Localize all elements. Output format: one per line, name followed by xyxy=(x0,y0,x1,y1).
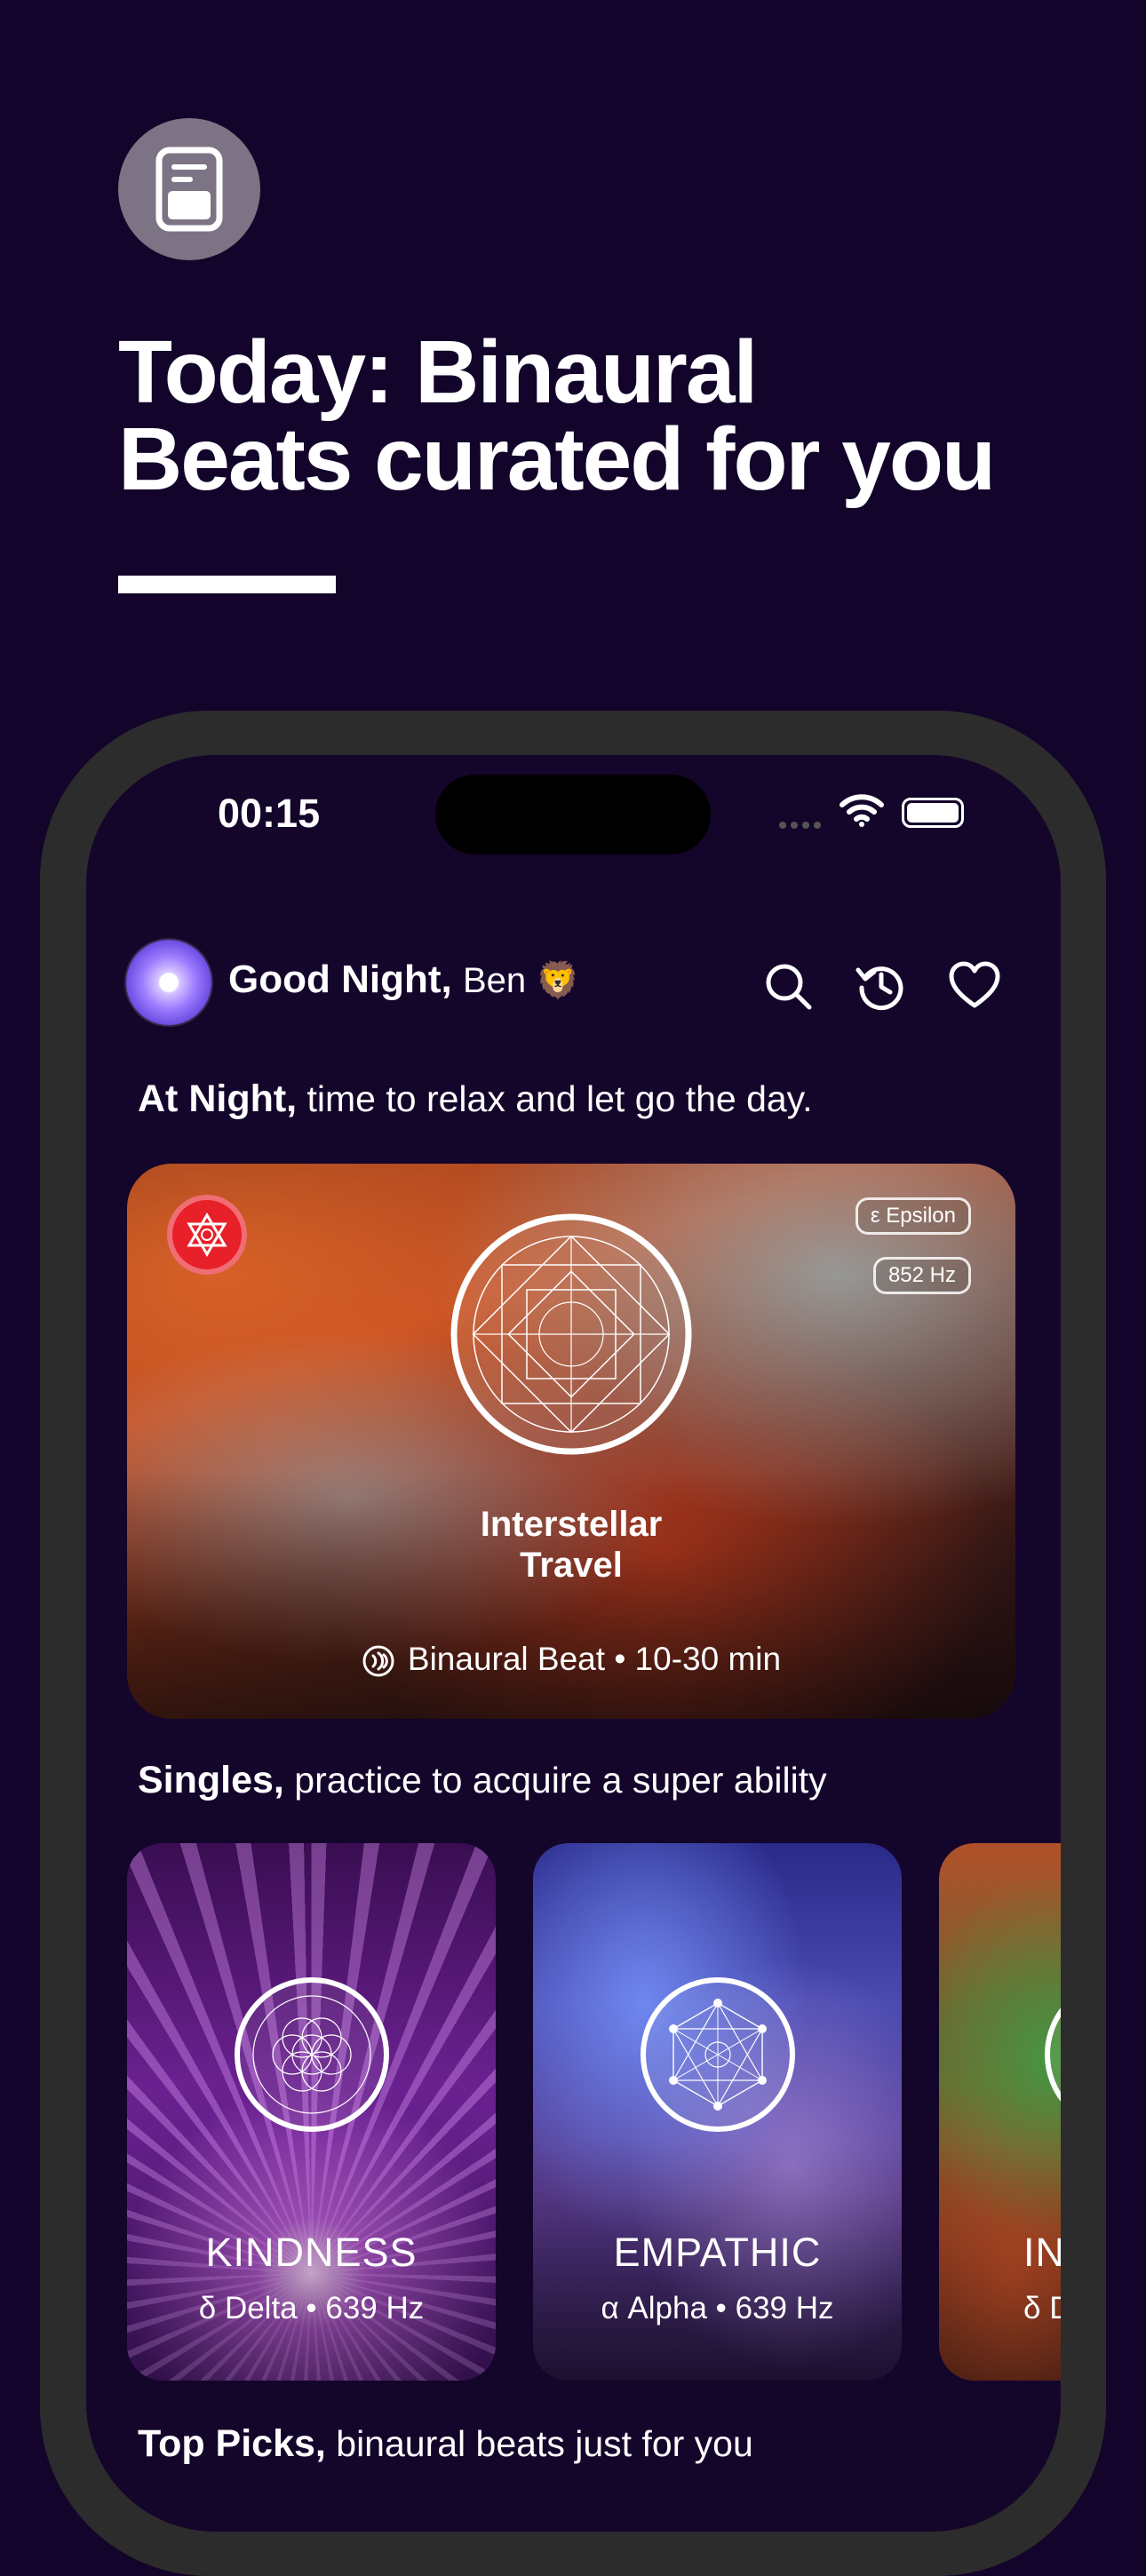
hero-card-interstellar-travel[interactable]: ε Epsilon 852 Hz Interstellar Travel Bin… xyxy=(127,1164,1015,1719)
hero-title: Interstellar Travel xyxy=(127,1504,1015,1586)
section-at-night-title: At Night, xyxy=(138,1077,298,1120)
document-icon xyxy=(118,118,260,260)
single-title: KINDNESS xyxy=(205,2230,418,2275)
hero-title-line-2: Travel xyxy=(520,1546,623,1585)
single-title: EMPATHIC xyxy=(613,2230,822,2275)
single-subtitle: α Alpha • 639 Hz xyxy=(601,2291,834,2326)
heart-icon[interactable] xyxy=(948,959,1001,1013)
search-icon[interactable] xyxy=(761,959,815,1013)
promo-headline: Today: Binaural Beats curated for you xyxy=(118,322,1095,509)
status-time: 00:15 xyxy=(218,791,321,836)
metatron-cube-icon xyxy=(641,1977,795,2132)
wifi-icon xyxy=(840,794,884,827)
hero-meta: Binaural Beat • 10-30 min xyxy=(127,1641,1015,1678)
section-at-night: At Night, time to relax and let go the d… xyxy=(138,1077,813,1121)
greeting-label: Good Night, xyxy=(228,958,452,1001)
single-title: IN xyxy=(1023,2230,1061,2275)
battery-icon xyxy=(902,798,964,828)
headline-line-1: Today: Binaural xyxy=(118,322,758,422)
section-singles: Singles, practice to acquire a super abi… xyxy=(138,1759,827,1802)
single-card-empathic[interactable]: EMPATHIC α Alpha • 639 Hz xyxy=(533,1843,902,2381)
tag-frequency: 852 Hz xyxy=(872,1257,971,1294)
section-singles-subtitle: practice to acquire a super ability xyxy=(283,1760,827,1801)
greeting-text: Good Night, Ben 🦁 xyxy=(228,958,580,1002)
headline-underline xyxy=(118,576,336,593)
hero-meta-text: Binaural Beat • 10-30 min xyxy=(407,1641,782,1677)
phone-screen: 00:15 Good Night, Ben 🦁 At Night, time t… xyxy=(86,755,1061,2532)
hero-title-line-1: Interstellar xyxy=(480,1505,663,1544)
dynamic-island xyxy=(435,775,711,855)
sacred-geometry-icon xyxy=(1045,2008,1061,2102)
section-top-picks: Top Picks, binaural beats just for you xyxy=(138,2422,753,2466)
merkaba-badge-icon xyxy=(167,1195,247,1275)
section-top-picks-subtitle: binaural beats just for you xyxy=(325,2423,753,2464)
single-subtitle: δ De xyxy=(1023,2291,1061,2326)
section-at-night-subtitle: time to relax and let go the day. xyxy=(297,1078,813,1119)
headline-line-2: Beats curated for you xyxy=(118,409,996,509)
tag-band: ε Epsilon xyxy=(855,1197,971,1235)
profile-avatar[interactable] xyxy=(126,940,211,1025)
sacred-geometry-icon xyxy=(450,1213,692,1455)
section-top-picks-title: Top Picks, xyxy=(138,2422,326,2465)
binaural-wave-icon xyxy=(362,1645,394,1677)
cellular-signal-icon xyxy=(779,817,831,829)
single-card-partial[interactable]: IN δ De xyxy=(939,1843,1061,2381)
single-subtitle: δ Delta • 639 Hz xyxy=(198,2291,425,2326)
section-singles-title: Singles, xyxy=(138,1759,284,1801)
single-card-kindness[interactable]: KINDNESS δ Delta • 639 Hz xyxy=(127,1843,496,2381)
greeting-row: Good Night, Ben 🦁 xyxy=(126,940,1015,1029)
history-icon[interactable] xyxy=(855,959,908,1013)
user-name: Ben 🦁 xyxy=(462,961,581,1000)
flower-of-life-icon xyxy=(235,1977,389,2132)
